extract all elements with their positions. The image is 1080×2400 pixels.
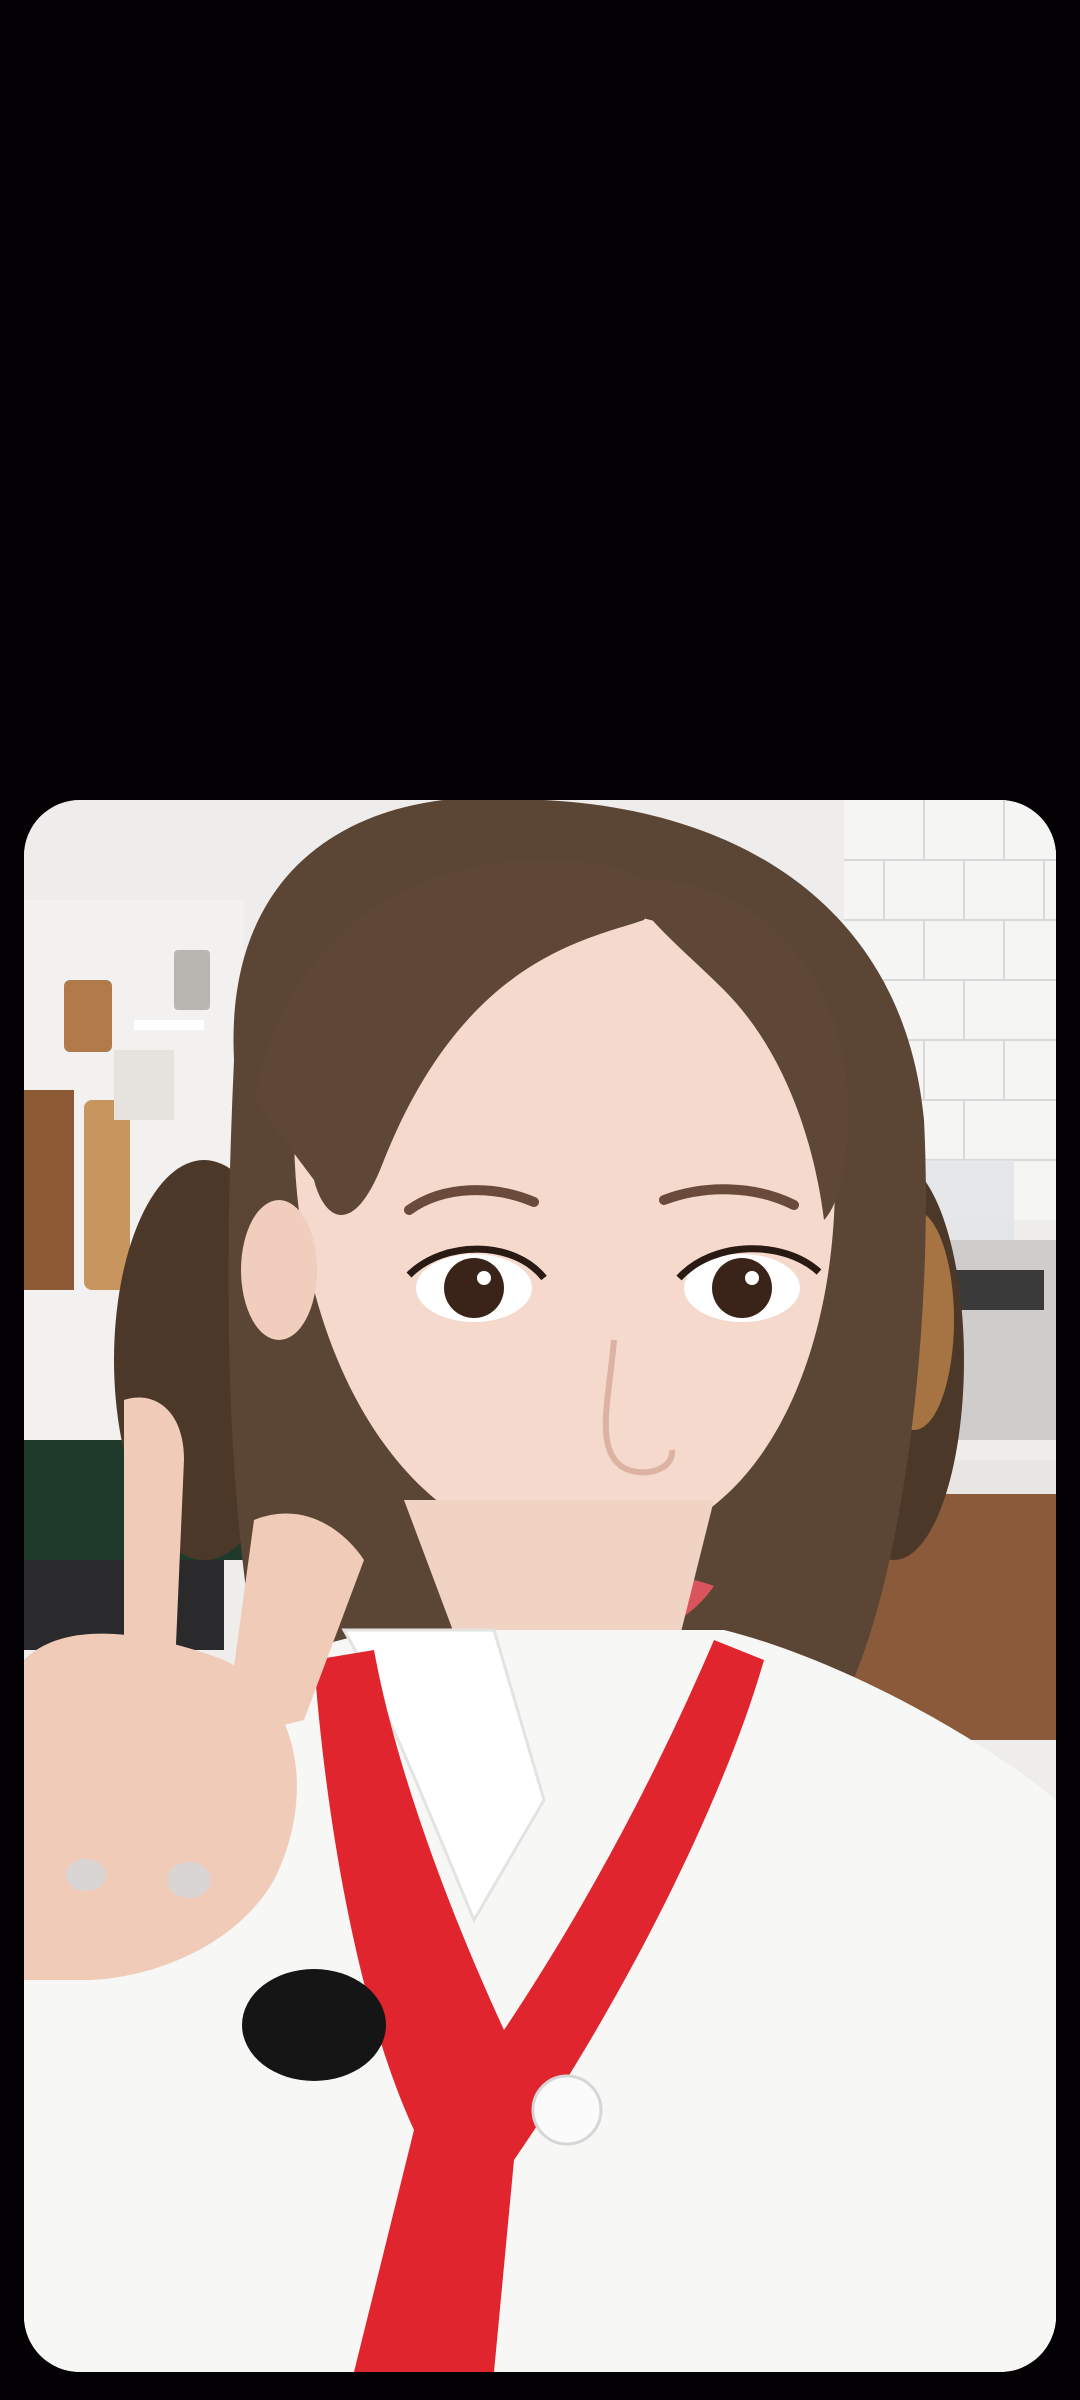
photo-viewer (0, 0, 1080, 2400)
selfie-photo (24, 800, 1056, 2372)
lapel-microphone (242, 1969, 386, 2081)
photo-card[interactable] (24, 800, 1056, 2372)
